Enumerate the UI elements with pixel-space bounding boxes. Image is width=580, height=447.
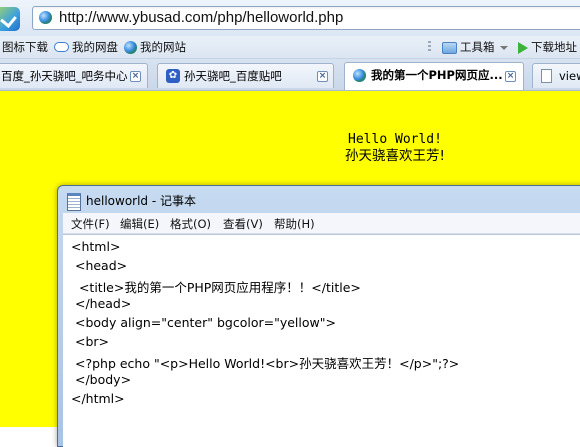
close-icon[interactable]: × [505,71,516,82]
toolbox-button[interactable]: 工具箱 [442,39,508,55]
text-editor-area[interactable]: <html> <head> <title>我的第一个PHP网页应用程序！！</t… [63,234,580,447]
favorite-label: 图标下载 [2,40,48,54]
menu-edit[interactable]: 编辑(E) [120,216,159,232]
notepad-window: helloworld - 记事本 文件(F) 编辑(E) 格式(O) 查看(V)… [57,185,580,447]
tab-tieba[interactable]: ✿ 孙天骁吧_百度贴吧 × [157,63,334,88]
code-line: <title>我的第一个PHP网页应用程序！！</title> [71,280,361,295]
code-line: <html> [71,239,121,254]
code-line: </body> [71,372,132,387]
sentence-text: 孙天骁喜欢王芳! [345,148,445,164]
tab-label: 孙天骁吧_百度贴吧 [184,69,282,83]
tab-label: 百度_孙天骁吧_吧务中心 [1,69,128,83]
favorite-my-website[interactable]: 我的网站 [124,39,186,55]
tab-label: 我的第一个PHP网页应... [371,68,503,82]
menu-view[interactable]: 查看(V) [223,216,263,232]
code-line: <?php echo "<p>Hello World!<br>孙天骁喜欢王芳！<… [71,356,460,371]
globe-icon [353,69,366,82]
toolbox-label: 工具箱 [460,40,495,54]
page-output: Hello World! 孙天骁喜欢王芳! [300,131,490,165]
tab-view-source[interactable]: view- [532,63,580,88]
code-line: </head> [71,296,132,311]
window-title: helloworld - 记事本 [86,194,196,208]
code-line: <body align="center" bgcolor="yellow"> [71,315,336,330]
browser-logo-icon[interactable] [0,7,20,31]
close-icon[interactable]: × [317,71,328,82]
download-label: 下载地址 [531,40,577,54]
menu-file[interactable]: 文件(F) [71,216,110,232]
menu-help[interactable]: 帮助(H) [274,216,315,232]
download-address-button[interactable]: 下载地址 [518,39,577,55]
url-text[interactable]: http://www.ybusad.com/php/helloworld.php [59,9,343,26]
cloud-icon [54,41,69,52]
favorite-label: 我的网盘 [72,40,118,54]
address-bar-row: http://www.ybusad.com/php/helloworld.php [0,0,580,36]
globe-icon [124,41,137,54]
toolbox-icon [442,41,457,54]
menu-bar: 文件(F) 编辑(E) 格式(O) 查看(V) 帮助(H) [63,213,580,234]
tab-baidu-admin[interactable]: 百度_孙天骁吧_吧务中心 × [0,63,148,88]
tab-php-page[interactable]: 我的第一个PHP网页应... × [344,62,524,90]
tab-strip: 百度_孙天骁吧_吧务中心 × ✿ 孙天骁吧_百度贴吧 × 我的第一个PHP网页应… [0,59,580,91]
paw-icon: ✿ [166,69,180,83]
code-line: <br> [71,334,109,349]
hello-world-text: Hello World! [348,132,442,147]
arrow-right-icon [518,41,528,54]
toolbar-grip[interactable] [428,41,431,53]
close-icon[interactable]: × [130,71,141,82]
chevron-down-icon [499,45,508,50]
tab-label: view- [559,69,580,83]
code-line: </html> [71,391,125,406]
code-line: <head> [71,258,128,273]
document-icon [541,69,552,83]
favorites-bar: 图标下载 我的网盘 我的网站 工具箱 下载地址 [0,36,580,59]
favorite-my-netdisk[interactable]: 我的网盘 [54,39,118,55]
url-input[interactable]: http://www.ybusad.com/php/helloworld.php [32,6,580,30]
favorite-label: 我的网站 [140,40,186,54]
notepad-icon [67,193,81,211]
site-globe-icon [39,11,52,24]
menu-format[interactable]: 格式(O) [170,216,211,232]
notepad-titlebar[interactable]: helloworld - 记事本 [58,186,580,213]
favorite-icon-download[interactable]: 图标下载 [2,39,48,55]
